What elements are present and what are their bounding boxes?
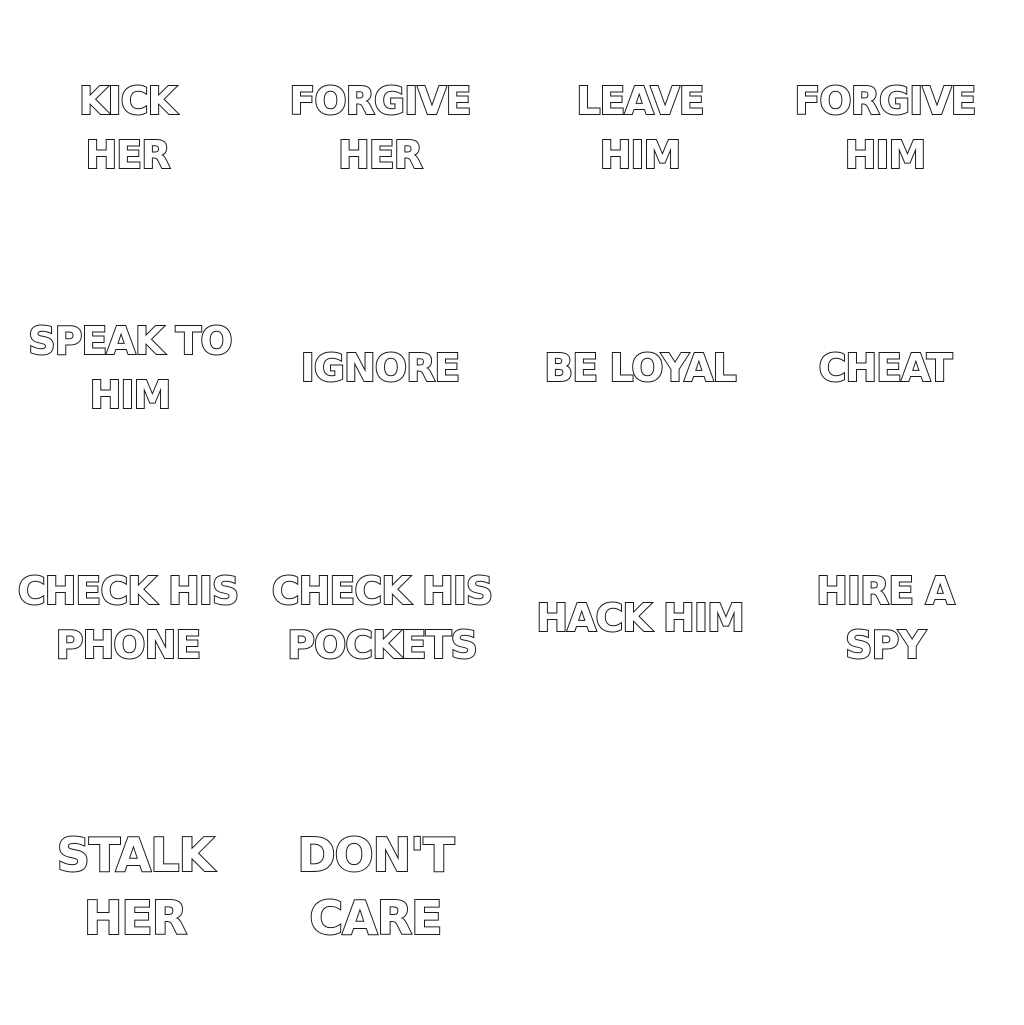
choice-line: BE LOYAL [543, 345, 737, 391]
choice-line: HER [84, 132, 171, 178]
choice-line: STALK [56, 827, 215, 883]
choice-line: HER [337, 132, 424, 178]
choice-line: IGNORE [300, 345, 462, 391]
choice-check-his-pockets[interactable]: CHECK HIS POCKETS [266, 562, 498, 674]
choice-line: SPY [844, 622, 927, 668]
choice-forgive-him[interactable]: FORGIVE HIM [775, 70, 995, 185]
choice-line: CHECK HIS [271, 568, 495, 614]
choice-hack-him[interactable]: HACK HIM [526, 562, 754, 674]
choice-forgive-her[interactable]: FORGIVE HER [270, 70, 490, 185]
choice-be-loyal[interactable]: BE LOYAL [530, 313, 750, 423]
choice-line: LEAVE [575, 78, 705, 124]
choice-line: HIRE A [815, 568, 956, 614]
choice-line: CARE [308, 890, 443, 946]
choice-line: HIM [844, 132, 928, 178]
choice-line: SPEAK TO [27, 318, 233, 364]
choice-line: HER [83, 890, 188, 946]
choice-hire-a-spy[interactable]: HIRE A SPY [775, 562, 995, 674]
choice-cheat[interactable]: CHEAT [775, 313, 995, 423]
choice-line: HIM [599, 132, 683, 178]
choice-leave-him[interactable]: LEAVE HIM [530, 70, 750, 185]
choice-line: POCKETS [286, 622, 479, 668]
choice-line: FORGIVE [793, 78, 977, 124]
choice-speak-to-him[interactable]: SPEAK TO HIM [15, 313, 245, 423]
choice-stalk-her[interactable]: STALK HER [30, 822, 240, 952]
choice-line: HIM [89, 372, 173, 418]
choice-line: DON'T [296, 827, 455, 883]
choice-line: PHONE [55, 622, 203, 668]
choice-check-his-phone[interactable]: CHECK HIS PHONE [12, 562, 244, 674]
choice-line: KICK [78, 78, 178, 124]
choice-dont-care[interactable]: DON'T CARE [268, 822, 483, 952]
choice-board: { "choices": [ {"line1": "KICK", "line2"… [0, 0, 1024, 1025]
choice-kick-her[interactable]: KICK HER [20, 70, 235, 185]
choice-line: CHEAT [817, 345, 953, 391]
choice-line: FORGIVE [288, 78, 472, 124]
choice-ignore[interactable]: IGNORE [270, 313, 490, 423]
choice-line: HACK HIM [535, 595, 746, 641]
choice-line: CHECK HIS [17, 568, 241, 614]
